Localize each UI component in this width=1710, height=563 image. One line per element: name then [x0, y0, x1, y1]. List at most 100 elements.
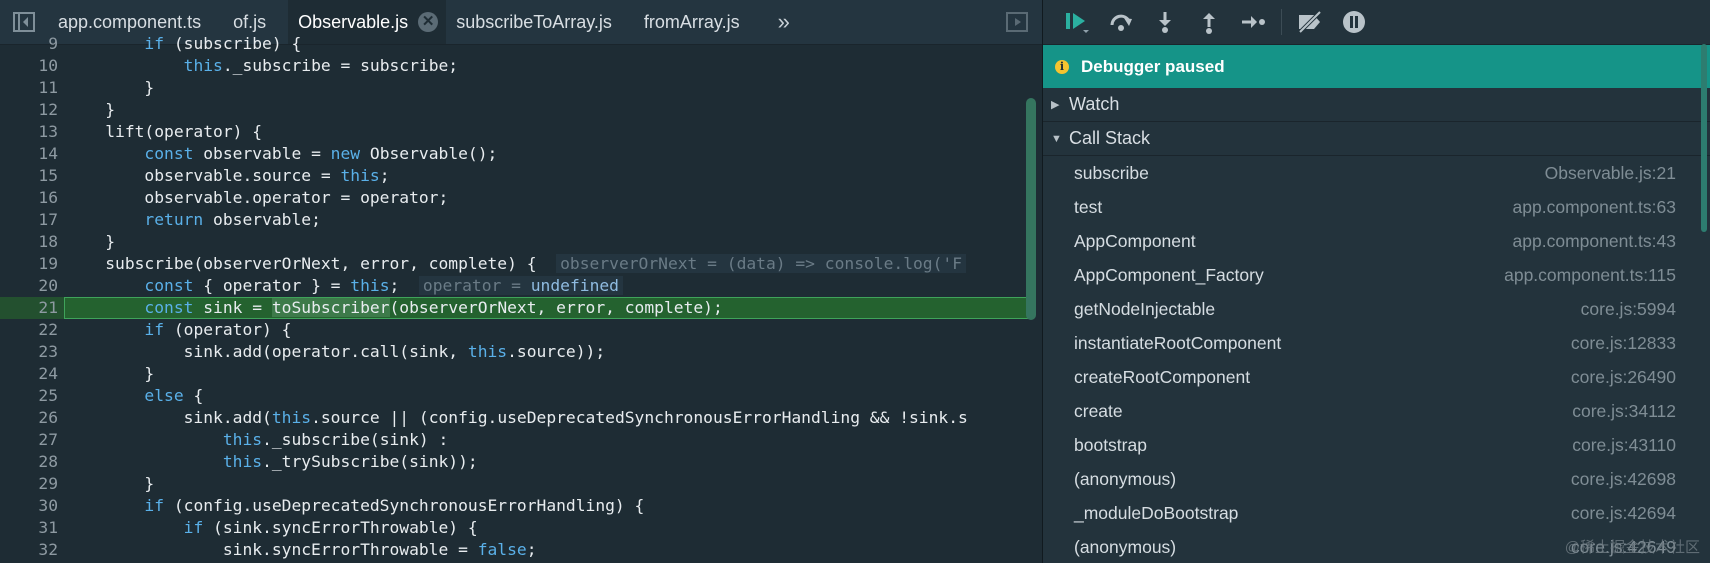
code-text: observable.source = this;	[66, 166, 390, 185]
inline-variable-preview: observerOrNext = (data) => console.log('…	[556, 254, 967, 273]
call-stack-frame[interactable]: _moduleDoBootstrap core.js:42694	[1043, 496, 1710, 530]
line-number[interactable]: 24	[0, 363, 58, 385]
code-text: this._trySubscribe(sink));	[222, 452, 478, 471]
tab-label: fromArray.js	[643, 11, 740, 32]
line-number[interactable]: 9	[0, 33, 58, 55]
code-text: }	[66, 78, 155, 97]
frame-location[interactable]: core.js:34112	[1572, 401, 1676, 422]
code-line[interactable]: 13 lift(operator) {	[0, 121, 1030, 143]
code-line[interactable]: 16 observable.operator = operator;	[0, 187, 1030, 209]
line-number[interactable]: 21	[0, 297, 58, 319]
deactivate-breakpoints-icon[interactable]	[1288, 0, 1332, 44]
code-text: return observable;	[144, 210, 321, 229]
line-number[interactable]: 25	[0, 385, 58, 407]
code-line[interactable]: 28 this._trySubscribe(sink));	[0, 451, 1030, 473]
step-icon[interactable]	[1231, 0, 1275, 44]
code-line[interactable]: 31 if (sink.syncErrorThrowable) {	[0, 517, 1030, 539]
watch-section-header[interactable]: ▶ Watch	[1043, 88, 1710, 122]
call-stack-frame[interactable]: getNodeInjectable core.js:5994	[1043, 292, 1710, 326]
debugger-scrollbar[interactable]	[1701, 44, 1707, 232]
code-line[interactable]: 18 }	[0, 231, 1030, 253]
step-over-icon[interactable]	[1099, 0, 1143, 44]
code-line[interactable]: 25 else {	[0, 385, 1030, 407]
code-line[interactable]: 24 }	[0, 363, 1030, 385]
call-stack-frame[interactable]: AppComponent app.component.ts:43	[1043, 224, 1710, 258]
code-line[interactable]: 22 if (operator) {	[0, 319, 1030, 341]
caret-right-icon: ▶	[1051, 99, 1060, 111]
line-number[interactable]: 29	[0, 473, 58, 495]
call-stack-frame[interactable]: create core.js:34112	[1043, 394, 1710, 428]
code-line[interactable]: 20 const { operator } = this; operator =…	[0, 275, 1030, 297]
line-number[interactable]: 27	[0, 429, 58, 451]
line-number[interactable]: 10	[0, 55, 58, 77]
pause-on-exceptions-icon[interactable]	[1332, 0, 1376, 44]
line-number[interactable]: 17	[0, 209, 58, 231]
code-line[interactable]: 9 if (subscribe) {	[0, 33, 1030, 55]
frame-location[interactable]: app.component.ts:115	[1504, 265, 1676, 286]
line-number[interactable]: 16	[0, 187, 58, 209]
code-line[interactable]: 29 }	[0, 473, 1030, 495]
line-number[interactable]: 32	[0, 539, 58, 561]
frame-function-name: create	[1074, 400, 1123, 421]
resume-icon[interactable]	[1055, 0, 1099, 44]
code-text: sink.add(operator.call(sink, this.source…	[66, 342, 606, 361]
step-out-icon[interactable]	[1187, 0, 1231, 44]
line-number[interactable]: 22	[0, 319, 58, 341]
code-view[interactable]: 9 if (subscribe) {10 this._subscribe = s…	[0, 33, 1030, 563]
callstack-section-header[interactable]: ▼ Call Stack	[1043, 122, 1710, 156]
info-icon: i	[1055, 59, 1069, 74]
code-line[interactable]: 14 const observable = new Observable();	[0, 143, 1030, 165]
call-stack-frame[interactable]: subscribe Observable.js:21	[1043, 156, 1710, 190]
code-line[interactable]: 27 this._subscribe(sink) :	[0, 429, 1030, 451]
line-number[interactable]: 11	[0, 77, 58, 99]
current-execution-line[interactable]: 21 const sink = toSubscriber(observerOrN…	[0, 297, 1030, 319]
frame-function-name: subscribe	[1074, 162, 1149, 183]
toggle-debugger-icon[interactable]	[1006, 12, 1028, 32]
call-stack-frame[interactable]: AppComponent_Factory app.component.ts:115	[1043, 258, 1710, 292]
editor-scrollbar[interactable]	[1026, 98, 1036, 320]
line-number[interactable]: 20	[0, 275, 58, 297]
line-number[interactable]: 28	[0, 451, 58, 473]
code-line[interactable]: 15 observable.source = this;	[0, 165, 1030, 187]
code-text: sink.syncErrorThrowable = false;	[66, 540, 537, 559]
frame-location[interactable]: core.js:42698	[1571, 469, 1676, 490]
frame-location[interactable]: core.js:5994	[1581, 299, 1676, 320]
code-line[interactable]: 19 subscribe(observerOrNext, error, comp…	[0, 253, 1030, 275]
call-stack-frame[interactable]: bootstrap core.js:43110	[1043, 428, 1710, 462]
frame-location[interactable]: app.component.ts:43	[1513, 231, 1676, 252]
call-stack-frame[interactable]: test app.component.ts:63	[1043, 190, 1710, 224]
close-tab-icon[interactable]: ✕	[418, 12, 439, 32]
line-number[interactable]: 18	[0, 231, 58, 253]
line-number[interactable]: 12	[0, 99, 58, 121]
code-line[interactable]: 10 this._subscribe = subscribe;	[0, 55, 1030, 77]
code-text: else {	[144, 386, 204, 405]
line-number[interactable]: 26	[0, 407, 58, 429]
line-number[interactable]: 23	[0, 341, 58, 363]
frame-location[interactable]: core.js:43110	[1572, 435, 1676, 456]
line-number[interactable]: 15	[0, 165, 58, 187]
call-stack-frame[interactable]: (anonymous) core.js:42698	[1043, 462, 1710, 496]
line-number[interactable]: 31	[0, 517, 58, 539]
code-line[interactable]: 11 }	[0, 77, 1030, 99]
step-into-icon[interactable]	[1143, 0, 1187, 44]
line-number[interactable]: 19	[0, 253, 58, 275]
line-number[interactable]: 13	[0, 121, 58, 143]
code-line[interactable]: 26 sink.add(this.source || (config.useDe…	[0, 407, 1030, 429]
code-text: if (subscribe) {	[144, 34, 302, 53]
code-text: if (operator) {	[144, 320, 292, 339]
code-line[interactable]: 23 sink.add(operator.call(sink, this.sou…	[0, 341, 1030, 363]
code-line[interactable]: 12 }	[0, 99, 1030, 121]
frame-location[interactable]: core.js:42694	[1571, 503, 1676, 524]
code-line[interactable]: 17 return observable;	[0, 209, 1030, 231]
code-line[interactable]: 30 if (config.useDeprecatedSynchronousEr…	[0, 495, 1030, 517]
call-stack-frame[interactable]: instantiateRootComponent core.js:12833	[1043, 326, 1710, 360]
frame-location[interactable]: core.js:12833	[1571, 333, 1676, 354]
frame-location[interactable]: app.component.ts:63	[1513, 197, 1676, 218]
code-line[interactable]: 32 sink.syncErrorThrowable = false;	[0, 539, 1030, 561]
tab-label: subscribeToArray.js	[456, 11, 612, 32]
line-number[interactable]: 14	[0, 143, 58, 165]
frame-location[interactable]: Observable.js:21	[1545, 163, 1676, 184]
frame-location[interactable]: core.js:26490	[1571, 367, 1676, 388]
call-stack-frame[interactable]: createRootComponent core.js:26490	[1043, 360, 1710, 394]
line-number[interactable]: 30	[0, 495, 58, 517]
